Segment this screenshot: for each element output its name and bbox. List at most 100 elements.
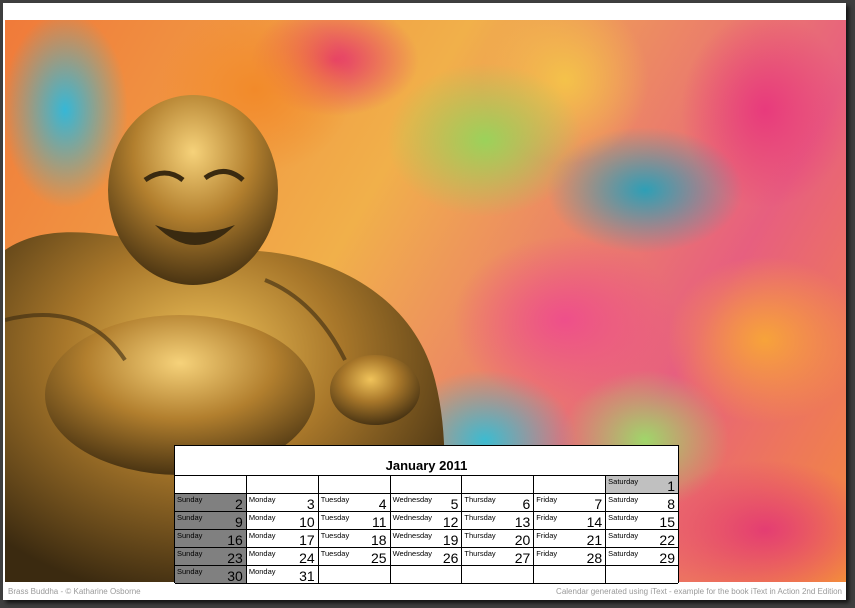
calendar-empty-cell bbox=[606, 566, 678, 584]
day-number: 20 bbox=[514, 532, 531, 548]
calendar-day-cell: Sunday 30 bbox=[175, 566, 247, 584]
month-title: January 2011 bbox=[175, 446, 678, 476]
day-name: Sunday bbox=[177, 531, 203, 540]
calendar-day-cell: Tuesday 4 bbox=[318, 494, 391, 512]
day-number: 21 bbox=[586, 532, 603, 548]
day-name: Monday bbox=[248, 531, 276, 540]
day-number: 5 bbox=[450, 496, 459, 512]
calendar-empty-cell bbox=[462, 476, 535, 494]
day-name: Thursday bbox=[464, 513, 496, 522]
day-number: 18 bbox=[370, 532, 387, 548]
calendar-day-cell: Sunday 9 bbox=[175, 512, 247, 530]
day-name: Friday bbox=[536, 495, 558, 504]
calendar-day-cell: Sunday 16 bbox=[175, 530, 247, 548]
calendar-day-cell: Thursday 6 bbox=[462, 494, 535, 512]
day-number: 24 bbox=[299, 550, 315, 566]
month-calendar: January 2011 Saturday 1 Sunday 2 Monday 3 Tues… bbox=[174, 445, 679, 584]
day-name: Wednesday bbox=[392, 495, 433, 504]
calendar-day-cell: Wednesday 19 bbox=[390, 530, 463, 548]
day-number: 13 bbox=[514, 514, 531, 530]
day-number: 1 bbox=[667, 478, 675, 494]
day-number: 29 bbox=[659, 550, 675, 566]
day-number: 30 bbox=[227, 568, 243, 584]
calendar-day-cell: Friday 21 bbox=[534, 530, 607, 548]
day-number: 22 bbox=[659, 532, 675, 548]
calendar-day-cell: Monday 10 bbox=[246, 512, 319, 530]
day-name: Saturday bbox=[608, 531, 639, 540]
calendar-day-cell: Wednesday 5 bbox=[390, 494, 463, 512]
day-name: Saturday bbox=[608, 549, 639, 558]
day-name: Friday bbox=[536, 549, 558, 558]
day-name: Tuesday bbox=[320, 513, 350, 522]
calendar-day-cell: Sunday 2 bbox=[175, 494, 247, 512]
calendar-day-cell: Friday 7 bbox=[534, 494, 607, 512]
calendar-day-cell: Friday 28 bbox=[534, 548, 607, 566]
day-number: 2 bbox=[235, 496, 243, 512]
calendar-empty-cell bbox=[318, 476, 391, 494]
calendar-empty-cell bbox=[318, 566, 391, 584]
day-number: 16 bbox=[227, 532, 243, 548]
day-name: Wednesday bbox=[392, 513, 433, 522]
calendar-empty-cell bbox=[534, 476, 607, 494]
day-name: Saturday bbox=[608, 513, 639, 522]
day-name: Thursday bbox=[464, 495, 496, 504]
day-name: Tuesday bbox=[320, 531, 350, 540]
day-number: 27 bbox=[514, 550, 531, 566]
day-number: 17 bbox=[299, 532, 315, 548]
calendar-day-cell: Monday 24 bbox=[246, 548, 319, 566]
calendar-day-cell: Tuesday 18 bbox=[318, 530, 391, 548]
day-name: Friday bbox=[536, 513, 558, 522]
day-name: Saturday bbox=[608, 477, 639, 486]
day-number: 25 bbox=[370, 550, 387, 566]
calendar-empty-cell bbox=[390, 566, 463, 584]
calendar-day-cell: Thursday 13 bbox=[462, 512, 535, 530]
calendar-day-cell: Friday 14 bbox=[534, 512, 607, 530]
calendar-day-cell: Wednesday 26 bbox=[390, 548, 463, 566]
day-name: Monday bbox=[248, 513, 276, 522]
day-name: Tuesday bbox=[320, 495, 350, 504]
day-name: Thursday bbox=[464, 531, 496, 540]
day-number: 6 bbox=[522, 496, 531, 512]
day-name: Thursday bbox=[464, 549, 496, 558]
calendar-empty-cell bbox=[246, 476, 319, 494]
calendar-day-cell: Tuesday 25 bbox=[318, 548, 391, 566]
calendar-empty-cell bbox=[534, 566, 607, 584]
calendar-day-cell: Monday 31 bbox=[246, 566, 319, 584]
calendar-day-cell: Saturday 1 bbox=[606, 476, 678, 494]
calendar-day-cell: Saturday 29 bbox=[606, 548, 678, 566]
day-number: 4 bbox=[378, 496, 387, 512]
day-number: 9 bbox=[235, 514, 243, 530]
calendar-day-cell: Saturday 8 bbox=[606, 494, 678, 512]
photo-credit: Brass Buddha - © Katharine Osborne bbox=[8, 587, 141, 596]
day-number: 7 bbox=[594, 496, 603, 512]
calendar-day-cell: Sunday 23 bbox=[175, 548, 247, 566]
day-number: 12 bbox=[442, 514, 459, 530]
day-name: Monday bbox=[248, 567, 276, 576]
day-name: Sunday bbox=[177, 513, 203, 522]
day-number: 8 bbox=[667, 496, 675, 512]
calendar-day-cell: Saturday 22 bbox=[606, 530, 678, 548]
day-number: 19 bbox=[442, 532, 459, 548]
day-number: 3 bbox=[306, 496, 315, 512]
calendar-page: January 2011 Saturday 1 Sunday 2 Monday 3 Tues… bbox=[3, 3, 846, 600]
day-number: 10 bbox=[299, 514, 315, 530]
calendar-day-cell: Monday 17 bbox=[246, 530, 319, 548]
day-number: 23 bbox=[227, 550, 243, 566]
day-name: Tuesday bbox=[320, 549, 350, 558]
day-number: 28 bbox=[586, 550, 603, 566]
day-name: Saturday bbox=[608, 495, 639, 504]
day-number: 14 bbox=[586, 514, 603, 530]
day-number: 11 bbox=[372, 514, 387, 530]
calendar-day-cell: Monday 3 bbox=[246, 494, 319, 512]
day-number: 31 bbox=[299, 568, 315, 584]
day-name: Friday bbox=[536, 531, 558, 540]
calendar-empty-cell bbox=[462, 566, 535, 584]
generator-note: Calendar generated using iText - example… bbox=[556, 587, 842, 596]
calendar-day-cell: Tuesday 11 bbox=[318, 512, 391, 530]
day-number: 15 bbox=[659, 514, 675, 530]
day-name: Sunday bbox=[177, 549, 203, 558]
calendar-day-cell: Wednesday 12 bbox=[390, 512, 463, 530]
calendar-day-cell: Saturday 15 bbox=[606, 512, 678, 530]
calendar-day-cell: Thursday 20 bbox=[462, 530, 535, 548]
day-name: Wednesday bbox=[392, 549, 433, 558]
